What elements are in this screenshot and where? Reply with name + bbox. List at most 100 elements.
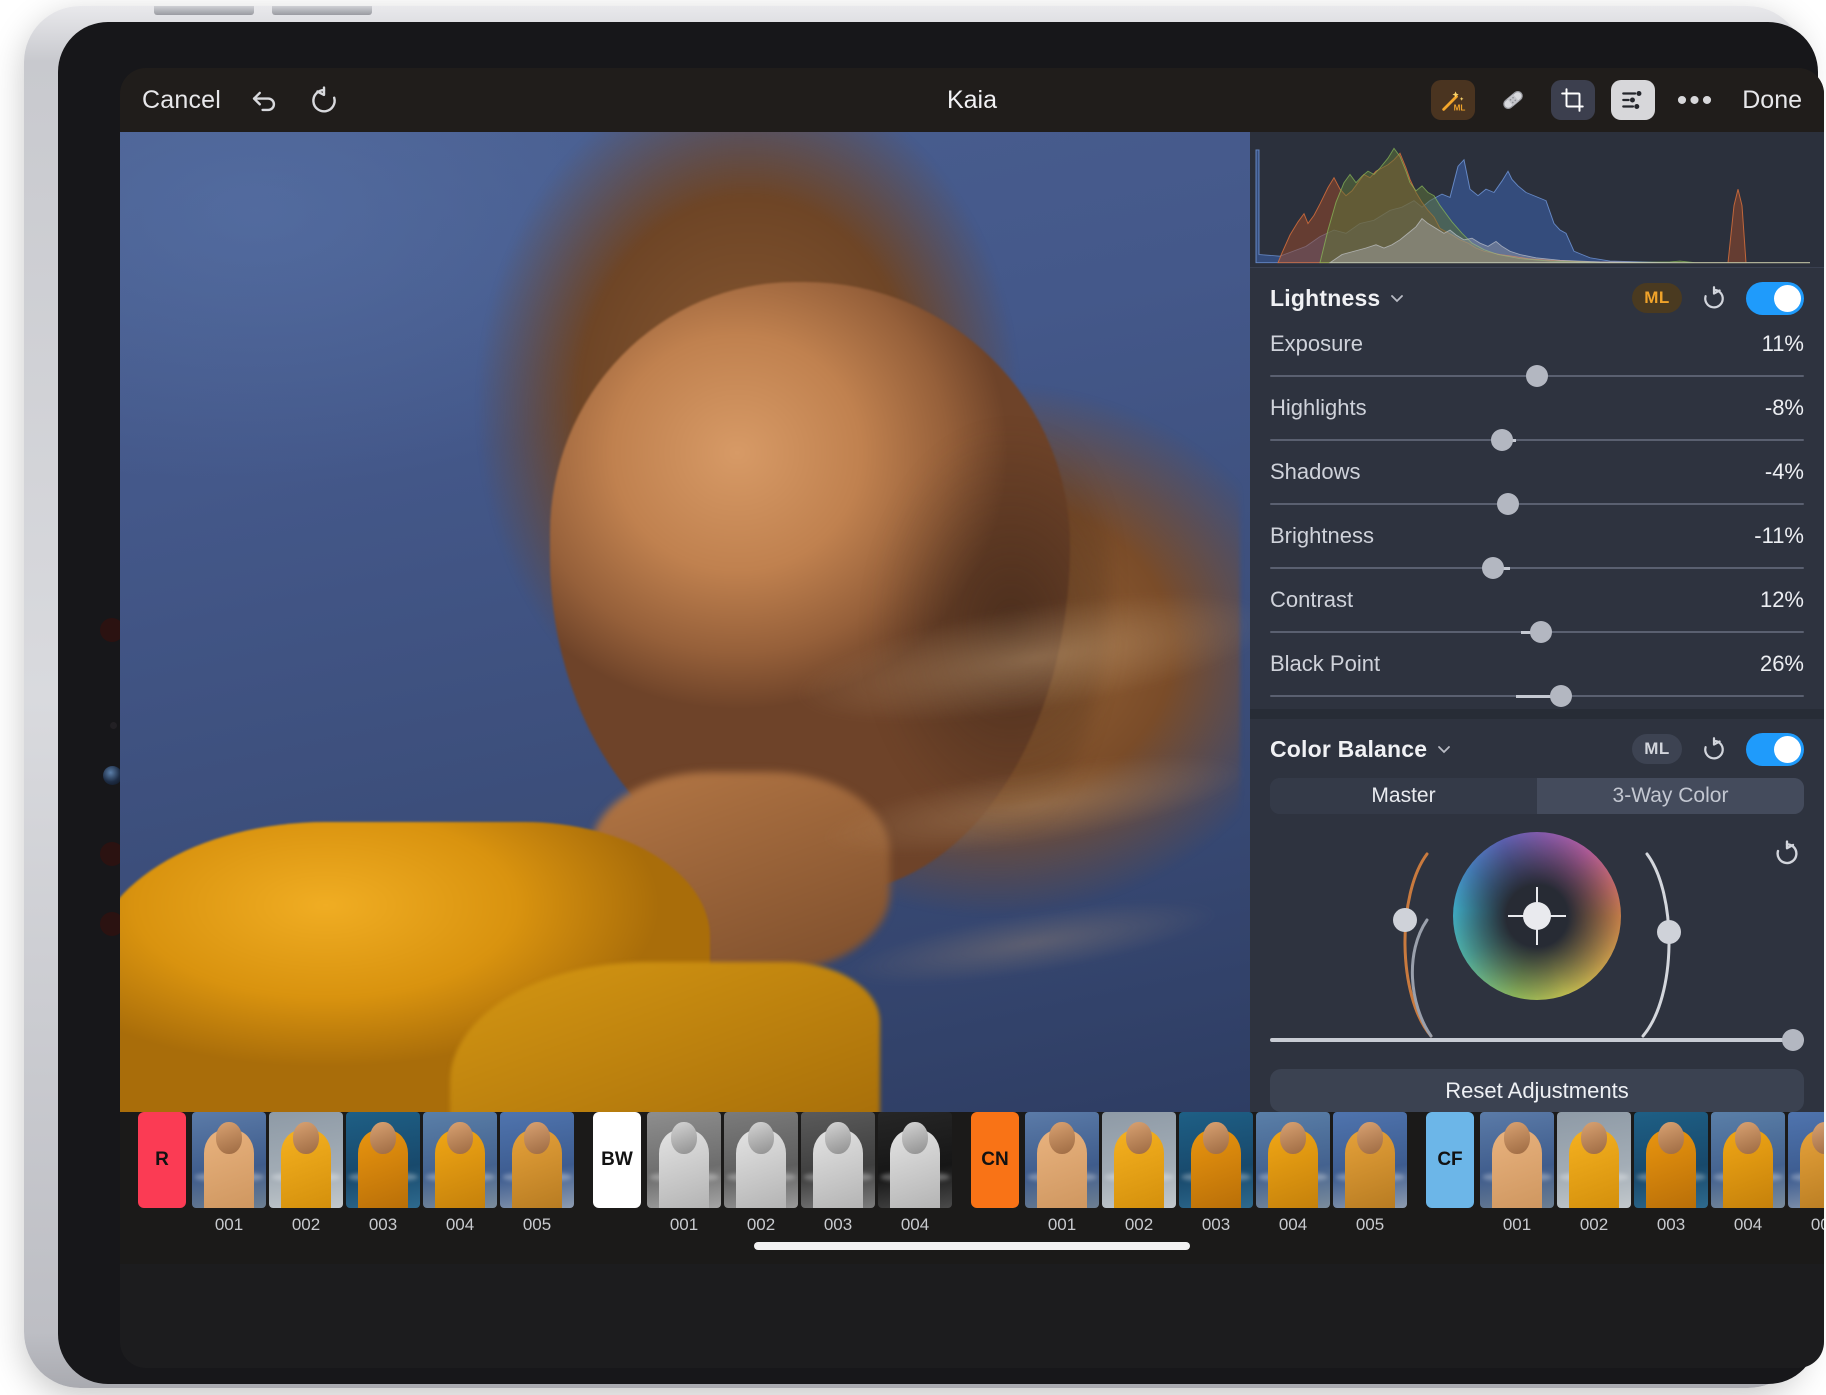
volume-down-button[interactable] bbox=[272, 6, 372, 15]
thumbnail-image bbox=[1179, 1112, 1253, 1208]
filmstrip-thumbnail[interactable]: 002 bbox=[1557, 1112, 1631, 1235]
filmstrip-group-bw: BW001002003004 bbox=[593, 1112, 955, 1235]
slider-label: Black Point bbox=[1270, 651, 1380, 677]
segment-master[interactable]: Master bbox=[1270, 778, 1537, 814]
color-balance-wheel[interactable] bbox=[1387, 832, 1687, 1058]
slider-row-highlights: Highlights-8% bbox=[1250, 389, 1824, 453]
chevron-down-icon[interactable] bbox=[1436, 741, 1452, 757]
thumbnail-label: 001 bbox=[647, 1208, 721, 1235]
wheel-left-arc-handle[interactable] bbox=[1393, 908, 1417, 932]
thumbnail-label: 003 bbox=[1634, 1208, 1708, 1235]
filmstrip-thumbnail[interactable]: 005 bbox=[1333, 1112, 1407, 1235]
lightness-ml-badge[interactable]: ML bbox=[1632, 283, 1682, 313]
slider-handle[interactable] bbox=[1526, 365, 1548, 387]
lightness-reset-icon[interactable] bbox=[1700, 284, 1728, 312]
filmstrip-thumbnail[interactable]: 003 bbox=[801, 1112, 875, 1235]
filmstrip-thumbnail[interactable]: 001 bbox=[647, 1112, 721, 1235]
filmstrip-chip-cn[interactable]: CN bbox=[971, 1112, 1019, 1208]
filmstrip-thumbnail[interactable]: 002 bbox=[269, 1112, 343, 1235]
slider-handle[interactable] bbox=[1497, 493, 1519, 515]
thumbnail-label: 002 bbox=[724, 1208, 798, 1235]
thumbnail-image bbox=[1333, 1112, 1407, 1208]
thumbnail-image bbox=[1025, 1112, 1099, 1208]
slider-label: Brightness bbox=[1270, 523, 1374, 549]
slider-label-line: Highlights-8% bbox=[1270, 395, 1804, 429]
filmstrip-thumbnail[interactable]: 004 bbox=[423, 1112, 497, 1235]
slider-track[interactable] bbox=[1270, 685, 1804, 707]
slider-handle[interactable] bbox=[1550, 685, 1572, 707]
more-options-button[interactable]: ••• bbox=[1671, 93, 1721, 108]
thumbnail-face bbox=[1126, 1122, 1152, 1154]
wheel-right-arc-handle[interactable] bbox=[1657, 920, 1681, 944]
volume-up-button[interactable] bbox=[154, 6, 254, 15]
filmstrip-chip-cf[interactable]: CF bbox=[1426, 1112, 1474, 1208]
thumbnail-image bbox=[269, 1112, 343, 1208]
thumbnail-image bbox=[647, 1112, 721, 1208]
thumbnail-face bbox=[370, 1122, 396, 1154]
filmstrip-thumbnail[interactable]: 005 bbox=[1788, 1112, 1824, 1235]
slider-track[interactable] bbox=[1270, 557, 1804, 579]
slider-handle[interactable] bbox=[1530, 621, 1552, 643]
magic-wand-ml-icon[interactable]: ML bbox=[1431, 80, 1475, 120]
color-balance-strength-slider[interactable] bbox=[1250, 1025, 1824, 1051]
home-indicator[interactable] bbox=[754, 1242, 1190, 1250]
photo-hair-wisps bbox=[782, 518, 1250, 1107]
thumbnail-face bbox=[524, 1122, 550, 1154]
adjustments-panel: Lightness ML bbox=[1250, 132, 1824, 1112]
section-divider bbox=[1250, 709, 1824, 719]
redo-icon[interactable] bbox=[307, 83, 341, 117]
slider-track[interactable] bbox=[1270, 365, 1804, 387]
filmstrip-thumbnail[interactable]: 004 bbox=[1711, 1112, 1785, 1235]
color-balance-ml-badge[interactable]: ML bbox=[1632, 734, 1682, 764]
svg-text:ML: ML bbox=[1453, 104, 1465, 113]
filmstrip-thumbnail[interactable]: 003 bbox=[1179, 1112, 1253, 1235]
undo-icon[interactable] bbox=[247, 83, 281, 117]
thumbnail-label: 002 bbox=[1557, 1208, 1631, 1235]
done-button[interactable]: Done bbox=[1742, 86, 1802, 115]
thumbnail-image bbox=[423, 1112, 497, 1208]
cancel-button[interactable]: Cancel bbox=[142, 86, 221, 115]
filmstrip-thumbnail[interactable]: 004 bbox=[878, 1112, 952, 1235]
filmstrip-thumbnail[interactable]: 001 bbox=[1025, 1112, 1099, 1235]
filmstrip-thumbnail[interactable]: 003 bbox=[1634, 1112, 1708, 1235]
thumbnail-label: 001 bbox=[1480, 1208, 1554, 1235]
slider-handle[interactable] bbox=[1491, 429, 1513, 451]
crop-icon[interactable] bbox=[1551, 80, 1595, 120]
adjustments-sliders-icon[interactable] bbox=[1611, 80, 1655, 120]
photo-preview[interactable] bbox=[120, 132, 1250, 1112]
filmstrip-chip-bw[interactable]: BW bbox=[593, 1112, 641, 1208]
filmstrip-thumbnail[interactable]: 001 bbox=[1480, 1112, 1554, 1235]
thumbnail-image bbox=[1102, 1112, 1176, 1208]
segment-3-way-color[interactable]: 3-Way Color bbox=[1537, 778, 1804, 814]
slider-track[interactable] bbox=[1270, 493, 1804, 515]
filmstrip-chip-r[interactable]: R bbox=[138, 1112, 186, 1208]
filmstrip-thumbnail[interactable]: 003 bbox=[346, 1112, 420, 1235]
color-wheel-reset-icon[interactable] bbox=[1772, 838, 1802, 868]
filmstrip-thumbnail[interactable]: 001 bbox=[192, 1112, 266, 1235]
thumbnail-face bbox=[1357, 1122, 1383, 1154]
thumbnail-label: 004 bbox=[1711, 1208, 1785, 1235]
filmstrip-thumbnail[interactable]: 002 bbox=[724, 1112, 798, 1235]
reset-adjustments-button[interactable]: Reset Adjustments bbox=[1270, 1069, 1804, 1112]
device-bezel: Cancel Kaia bbox=[58, 22, 1818, 1384]
filmstrip-thumbnail[interactable]: 005 bbox=[500, 1112, 574, 1235]
thumbnail-label: 003 bbox=[1179, 1208, 1253, 1235]
color-balance-toggle[interactable] bbox=[1746, 733, 1804, 766]
color-balance-reset-icon[interactable] bbox=[1700, 735, 1728, 763]
slider-value: 26% bbox=[1760, 651, 1804, 677]
lightness-toggle[interactable] bbox=[1746, 282, 1804, 315]
slider-handle[interactable] bbox=[1482, 557, 1504, 579]
bandage-retouch-icon[interactable] bbox=[1491, 80, 1535, 120]
filmstrip-thumbnail[interactable]: 002 bbox=[1102, 1112, 1176, 1235]
thumbnail-face bbox=[216, 1122, 242, 1154]
preset-filmstrip[interactable]: R001002003004005BW001002003004CN00100200… bbox=[120, 1112, 1824, 1264]
thumbnail-face bbox=[825, 1122, 851, 1154]
strength-slider-handle[interactable] bbox=[1782, 1029, 1804, 1051]
chevron-down-icon[interactable] bbox=[1389, 290, 1405, 306]
toolbar-left-group: Cancel bbox=[142, 83, 341, 117]
thumbnail-face bbox=[1203, 1122, 1229, 1154]
slider-track[interactable] bbox=[1270, 429, 1804, 451]
filmstrip-thumbnail[interactable]: 004 bbox=[1256, 1112, 1330, 1235]
wheel-center-handle[interactable] bbox=[1523, 902, 1551, 930]
slider-track[interactable] bbox=[1270, 621, 1804, 643]
